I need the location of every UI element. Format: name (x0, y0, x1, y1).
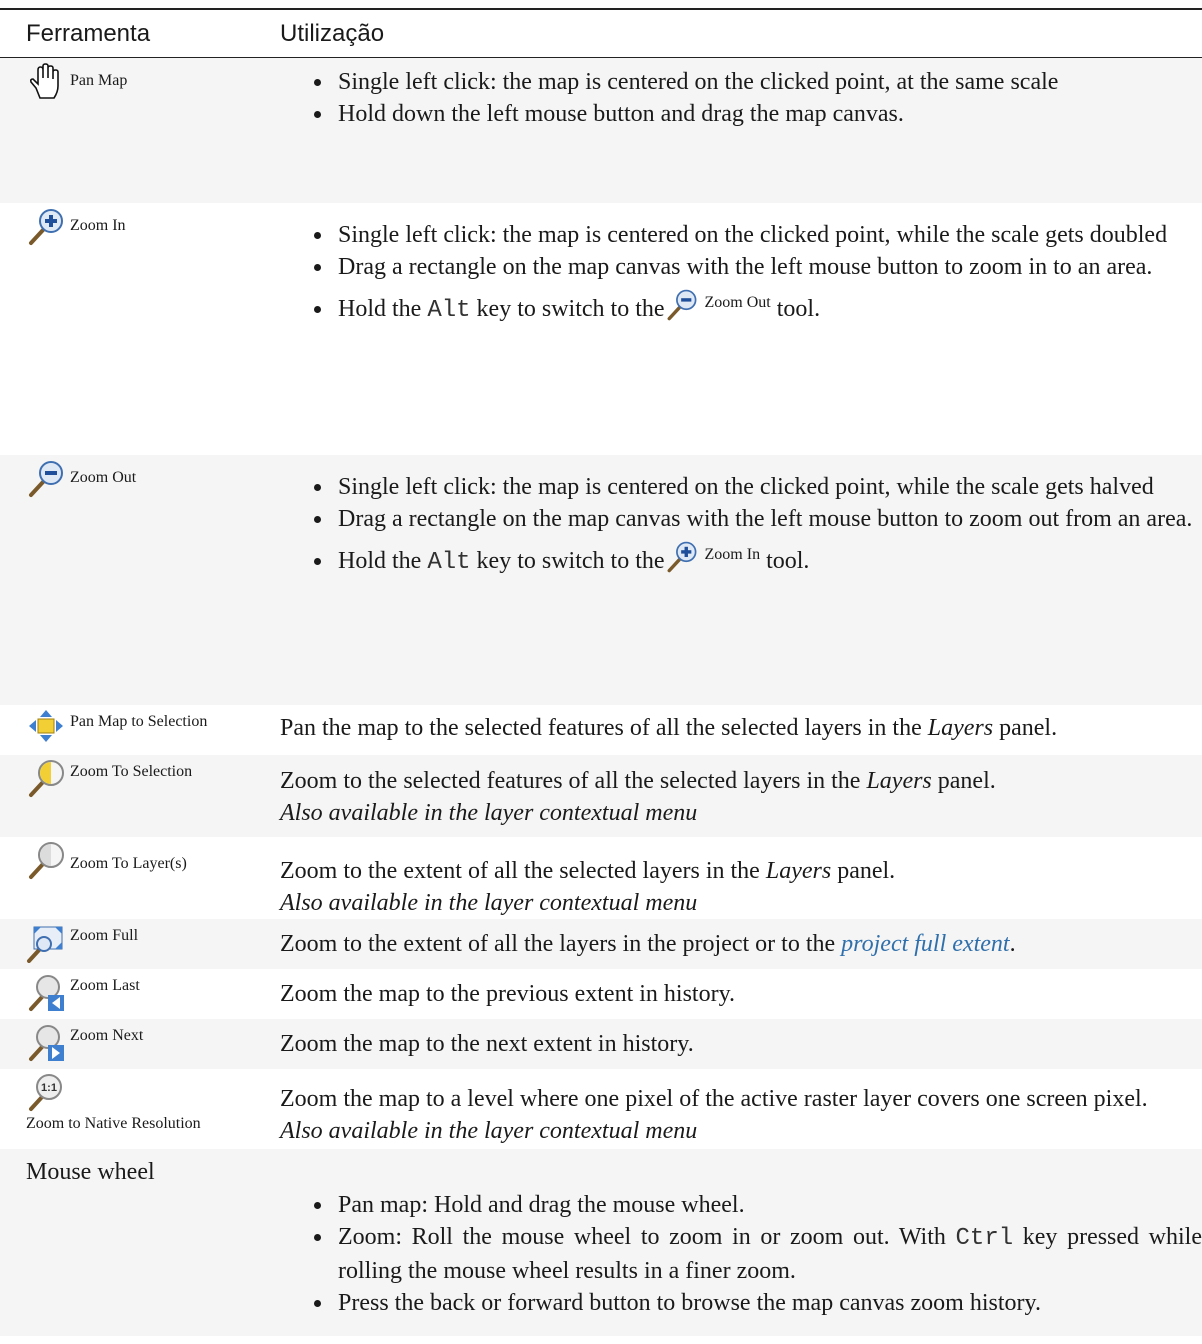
tool-pan-map: Pan Map (0, 58, 270, 102)
note: Also available in the layer contextual m… (280, 889, 698, 916)
zoom-to-layer-icon (26, 841, 66, 881)
zoom-out-icon (26, 459, 66, 499)
zoom-in-icon (665, 540, 699, 574)
tool-label: Zoom In (70, 216, 126, 234)
list-item: Drag a rectangle on the map canvas with … (334, 503, 1202, 535)
usage-text: Pan the map to the selected features of … (280, 714, 1058, 741)
note: Also available in the layer contextual m… (280, 1117, 698, 1144)
key-alt: Alt (427, 296, 471, 324)
tool-zoom-to-layer: Zoom To Layer(s) (0, 837, 270, 881)
table-row: Pan Map to Selection Pan the map to the … (0, 704, 1202, 755)
list-item: Hold down the left mouse button and drag… (334, 98, 1202, 130)
list-item: Hold the Alt key to switch to the Zoom O… (334, 287, 1202, 327)
tool-zoom-to-selection: Zoom To Selection (0, 755, 270, 799)
usage-text: Zoom to the selected features of all the… (280, 767, 996, 826)
zoom-native-resolution-icon: 1:1 (26, 1073, 66, 1113)
tool-zoom-last: Zoom Last (0, 969, 270, 1013)
key-ctrl: Ctrl (955, 1224, 1014, 1252)
tool-label: Zoom Full (70, 926, 139, 944)
tool-label: Zoom Out (70, 468, 137, 486)
tool-zoom-next: Zoom Next (0, 1019, 270, 1063)
list-item: Hold the Alt key to switch to the Zoom I… (334, 539, 1202, 579)
pan-hand-icon (26, 62, 66, 102)
list-item: Single left click: the map is centered o… (334, 219, 1202, 251)
list-item: Pan map: Hold and drag the mouse wheel. (334, 1189, 1202, 1221)
tool-label: Zoom To Selection (70, 762, 193, 780)
list-item: Single left click: the map is centered o… (334, 471, 1202, 503)
tool-label: Zoom To Layer(s) (70, 854, 187, 872)
table-row: Mouse wheel Pan map: Hold and drag the m… (0, 1148, 1202, 1336)
tool-pan-to-selection: Pan Map to Selection (0, 705, 270, 743)
zoom-next-icon (26, 1023, 66, 1063)
usage-text: Zoom to the extent of all the layers in … (280, 930, 1016, 957)
tool-zoom-native-resolution: 1:1 Zoom to Native Resolution (0, 1069, 270, 1133)
tools-table: Ferramenta Utilização Pan Map Single lef… (0, 8, 1202, 1336)
table-row: Zoom Full Zoom to the extent of all the … (0, 918, 1202, 969)
project-full-extent-link[interactable]: project full extent (841, 931, 1009, 957)
tool-label: Zoom to Native Resolution (26, 1114, 201, 1132)
key-alt: Alt (427, 548, 471, 576)
zoom-last-icon (26, 973, 66, 1013)
zoom-in-icon (26, 207, 66, 247)
zoom-out-icon (665, 288, 699, 322)
table-row: Zoom To Selection Zoom to the selected f… (0, 754, 1202, 837)
tool-zoom-in: Zoom In (0, 203, 270, 247)
list-item: Drag a rectangle on the map canvas with … (334, 251, 1202, 283)
tool-label: Pan Map (70, 72, 128, 89)
note: Also available in the layer contextual m… (280, 799, 698, 826)
table-row: Zoom Out Single left click: the map is c… (0, 454, 1202, 705)
pan-to-selection-icon (26, 709, 66, 743)
tool-label: Pan Map to Selection (70, 712, 208, 730)
list-item: Zoom: Roll the mouse wheel to zoom in or… (334, 1221, 1202, 1287)
usage-text: Zoom the map to the next extent in histo… (280, 1030, 694, 1057)
usage-list: Single left click: the map is centered o… (270, 471, 1202, 579)
svg-text:1:1: 1:1 (41, 1082, 57, 1094)
zoom-to-selection-icon (26, 759, 66, 799)
tool-mouse-wheel: Mouse wheel (26, 1158, 155, 1185)
tool-label: Zoom Next (70, 1026, 144, 1044)
list-item: Single left click: the map is centered o… (334, 66, 1202, 98)
tool-zoom-full: Zoom Full (0, 919, 270, 963)
header-tool: Ferramenta (0, 8, 270, 58)
usage-text: Zoom the map to the previous extent in h… (280, 980, 736, 1007)
table-row: Zoom To Layer(s) Zoom to the extent of a… (0, 836, 1202, 919)
table-row: Zoom Last Zoom the map to the previous e… (0, 968, 1202, 1019)
usage-text: Zoom the map to a level where one pixel … (280, 1085, 1148, 1144)
usage-list: Pan map: Hold and drag the mouse wheel. … (270, 1189, 1202, 1319)
table-row: 1:1 Zoom to Native Resolution Zoom the m… (0, 1068, 1202, 1149)
usage-list: Single left click: the map is centered o… (270, 219, 1202, 327)
table-row: Zoom In Single left click: the map is ce… (0, 202, 1202, 455)
usage-text: Zoom to the extent of all the selected l… (280, 857, 896, 916)
tool-zoom-out: Zoom Out (0, 455, 270, 499)
list-item: Press the back or forward button to brow… (334, 1287, 1202, 1319)
table-row: Pan Map Single left click: the map is ce… (0, 57, 1202, 203)
usage-list: Single left click: the map is centered o… (270, 0, 1202, 130)
zoom-full-icon (26, 923, 66, 963)
table-row: Zoom Next Zoom the map to the next exten… (0, 1018, 1202, 1069)
tool-label: Zoom Last (70, 976, 140, 994)
